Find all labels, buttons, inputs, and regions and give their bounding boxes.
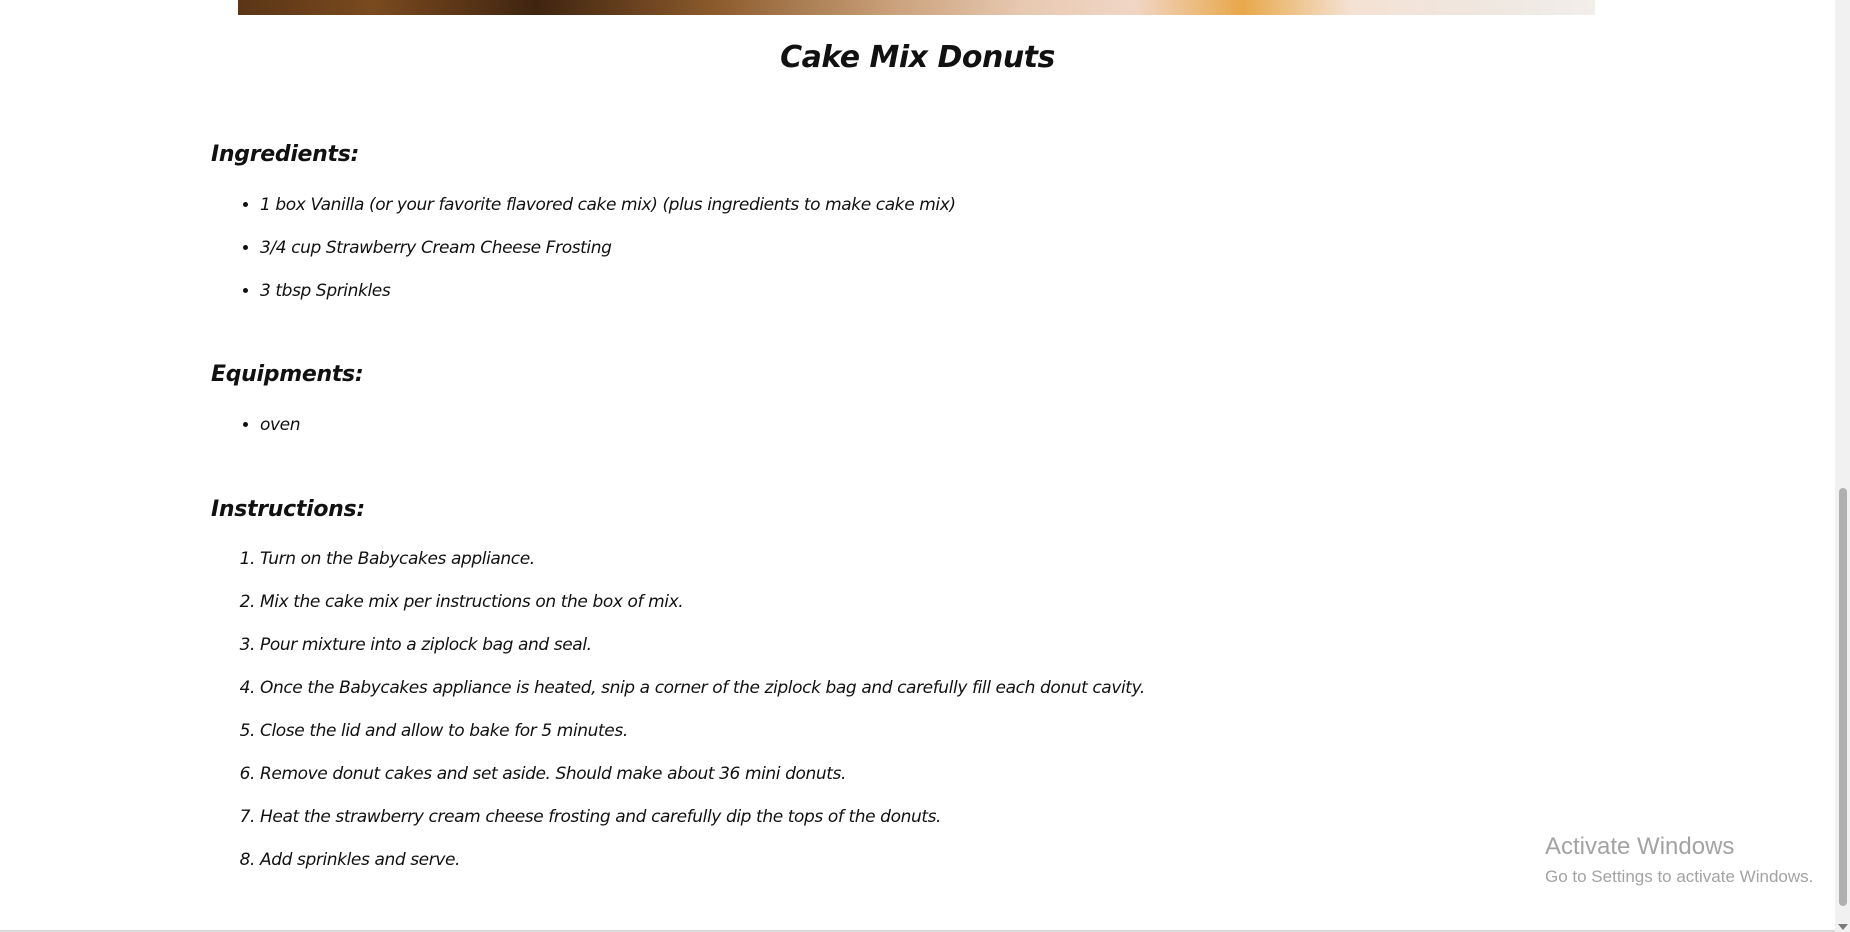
vertical-scrollbar[interactable] — [1835, 0, 1850, 932]
instruction-step: Add sprinkles and serve. — [260, 842, 1145, 885]
instruction-step: Mix the cake mix per instructions on the… — [260, 584, 1145, 627]
scrollbar-thumb[interactable] — [1839, 488, 1847, 906]
ingredient-item: 3 tbsp Sprinkles — [260, 273, 956, 316]
equipments-heading: Equipments: — [211, 362, 364, 387]
recipe-page: Cake Mix Donuts Ingredients: 1 box Vanil… — [0, 0, 1850, 932]
instruction-step: Heat the strawberry cream cheese frostin… — [260, 799, 1145, 842]
recipe-hero-image — [238, 0, 1595, 15]
activate-windows-watermark: Activate Windows Go to Settings to activ… — [1545, 832, 1813, 890]
recipe-title: Cake Mix Donuts — [780, 40, 1055, 75]
ingredient-item: 3/4 cup Strawberry Cream Cheese Frosting — [260, 230, 956, 273]
scroll-down-arrow-icon[interactable] — [1838, 924, 1848, 930]
instructions-heading: Instructions: — [211, 497, 365, 522]
ingredient-item: 1 box Vanilla (or your favorite flavored… — [260, 187, 956, 230]
instructions-list: Turn on the Babycakes appliance. Mix the… — [211, 541, 1145, 885]
instruction-step: Pour mixture into a ziplock bag and seal… — [260, 627, 1145, 670]
watermark-subtitle: Go to Settings to activate Windows. — [1545, 867, 1814, 886]
watermark-title: Activate Windows — [1545, 833, 1735, 860]
ingredients-list: 1 box Vanilla (or your favorite flavored… — [211, 187, 956, 316]
ingredients-heading: Ingredients: — [211, 142, 360, 167]
instruction-step: Turn on the Babycakes appliance. — [260, 541, 1145, 584]
instruction-step: Remove donut cakes and set aside. Should… — [260, 756, 1145, 799]
instruction-step: Once the Babycakes appliance is heated, … — [260, 670, 1145, 713]
equipments-list: oven — [211, 407, 301, 450]
equipment-item: oven — [260, 407, 301, 450]
instruction-step: Close the lid and allow to bake for 5 mi… — [260, 713, 1145, 756]
